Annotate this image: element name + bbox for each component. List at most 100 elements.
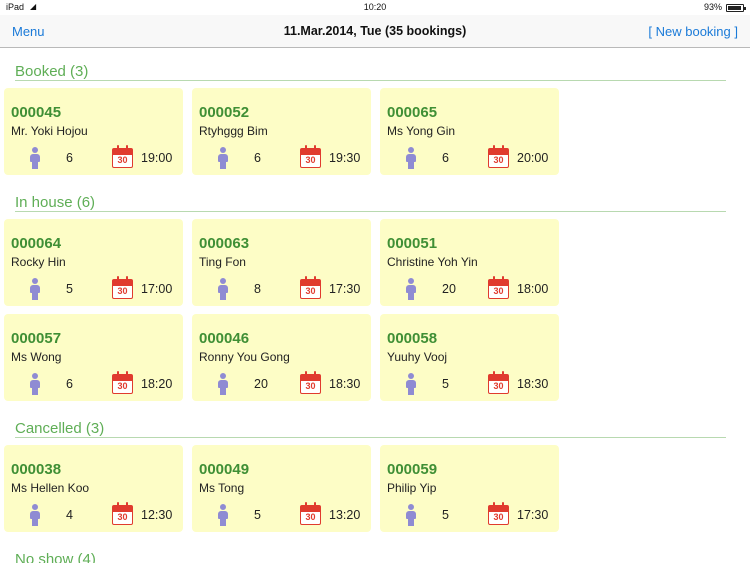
booking-number: 000065 — [387, 104, 438, 121]
booking-section: No show (4) — [0, 536, 750, 563]
guest-count: 6 — [66, 151, 73, 165]
booking-card[interactable]: 000057 Ms Wong 6 30 18:20 — [4, 314, 183, 401]
booking-cards: 000045 Mr. Yoki Hojou 6 30 19:00 000052 … — [0, 84, 750, 179]
person-icon — [217, 504, 229, 526]
booking-time: 19:00 — [141, 151, 173, 165]
person-icon — [405, 373, 417, 395]
battery-icon — [726, 4, 746, 12]
section-divider — [15, 211, 726, 212]
guest-count: 20 — [442, 282, 456, 296]
booking-card[interactable]: 000038 Ms Hellen Koo 4 30 12:30 — [4, 445, 183, 532]
booking-card[interactable]: 000052 Rtyhggg Bim 6 30 19:30 — [192, 88, 371, 175]
calendar-icon-day: 30 — [493, 381, 504, 391]
calendar-icon-day: 30 — [305, 512, 316, 522]
booking-number: 000045 — [11, 104, 62, 121]
section-header: In house (6) — [0, 179, 750, 215]
booking-number: 000051 — [387, 235, 438, 252]
booking-cards: 000038 Ms Hellen Koo 4 30 12:30 000049 M… — [0, 441, 750, 536]
booking-time: 13:20 — [329, 508, 361, 522]
booking-time: 17:00 — [141, 282, 173, 296]
booking-card[interactable]: 000065 Ms Yong Gin 6 30 20:00 — [380, 88, 559, 175]
calendar-icon-day: 30 — [117, 286, 128, 296]
booking-card[interactable]: 000059 Philip Yip 5 30 17:30 — [380, 445, 559, 532]
booking-number: 000052 — [199, 104, 250, 121]
person-icon — [405, 278, 417, 300]
section-divider — [15, 80, 726, 81]
booking-section: Booked (3) 000045 Mr. Yoki Hojou 6 30 19… — [0, 48, 750, 179]
guest-name: Ms Hellen Koo — [11, 481, 90, 495]
booking-card[interactable]: 000049 Ms Tong 5 30 13:20 — [192, 445, 371, 532]
section-header: No show (4) — [0, 536, 750, 563]
calendar-icon: 30 — [488, 276, 509, 299]
booking-card[interactable]: 000064 Rocky Hin 5 30 17:00 — [4, 219, 183, 306]
guest-name: Rocky Hin — [11, 255, 66, 269]
booking-card[interactable]: 000045 Mr. Yoki Hojou 6 30 19:00 — [4, 88, 183, 175]
guest-count: 6 — [254, 151, 261, 165]
section-title: No show (4) — [15, 551, 96, 563]
guest-name: Rtyhggg Bim — [199, 124, 268, 138]
calendar-icon-day: 30 — [305, 381, 316, 391]
section-header: Cancelled (3) — [0, 405, 750, 441]
guest-count: 5 — [442, 508, 449, 522]
guest-count: 4 — [66, 508, 73, 522]
section-divider — [15, 437, 726, 438]
calendar-icon-day: 30 — [117, 381, 128, 391]
person-icon — [29, 147, 41, 169]
person-icon — [217, 278, 229, 300]
booking-time: 17:30 — [329, 282, 361, 296]
calendar-icon: 30 — [300, 502, 321, 525]
booking-time: 17:30 — [517, 508, 549, 522]
guest-name: Mr. Yoki Hojou — [11, 124, 88, 138]
booking-number: 000063 — [199, 235, 250, 252]
booking-section: In house (6) 000064 Rocky Hin 5 30 17:00… — [0, 179, 750, 405]
booking-card[interactable]: 000063 Ting Fon 8 30 17:30 — [192, 219, 371, 306]
calendar-icon: 30 — [300, 145, 321, 168]
status-bar: iPad ◢ 10:20 93% — [0, 0, 750, 15]
guest-name: Yuuhy Vooj — [387, 350, 448, 364]
booking-number: 000038 — [11, 461, 62, 478]
booking-card[interactable]: 000058 Yuuhy Vooj 5 30 18:30 — [380, 314, 559, 401]
booking-card[interactable]: 000046 Ronny You Gong 20 30 18:30 — [192, 314, 371, 401]
calendar-icon: 30 — [112, 276, 133, 299]
guest-count: 8 — [254, 282, 261, 296]
person-icon — [29, 278, 41, 300]
calendar-icon: 30 — [300, 371, 321, 394]
person-icon — [217, 147, 229, 169]
guest-name: Ronny You Gong — [199, 350, 290, 364]
booking-time: 12:30 — [141, 508, 173, 522]
booking-number: 000064 — [11, 235, 62, 252]
person-icon — [405, 147, 417, 169]
booking-time: 18:30 — [517, 377, 549, 391]
person-icon — [405, 504, 417, 526]
booking-time: 18:00 — [517, 282, 549, 296]
booking-time: 20:00 — [517, 151, 549, 165]
guest-name: Ms Yong Gin — [387, 124, 456, 138]
booking-card[interactable]: 000051 Christine Yoh Yin 20 30 18:00 — [380, 219, 559, 306]
calendar-icon-day: 30 — [493, 155, 504, 165]
section-title: Booked (3) — [15, 63, 89, 80]
guest-count: 6 — [66, 377, 73, 391]
guest-name: Ting Fon — [199, 255, 246, 269]
guest-name: Ms Wong — [11, 350, 62, 364]
section-header: Booked (3) — [0, 48, 750, 84]
navigation-bar: Menu 11.Mar.2014, Tue (35 bookings) [ Ne… — [0, 15, 750, 48]
section-title: In house (6) — [15, 194, 96, 211]
guest-name: Ms Tong — [199, 481, 245, 495]
calendar-icon-day: 30 — [493, 512, 504, 522]
booking-cards: 000064 Rocky Hin 5 30 17:00 000063 Ting … — [0, 215, 750, 405]
guest-count: 5 — [442, 377, 449, 391]
section-title: Cancelled (3) — [15, 420, 105, 437]
booking-time: 19:30 — [329, 151, 361, 165]
guest-count: 5 — [66, 282, 73, 296]
calendar-icon: 30 — [488, 145, 509, 168]
calendar-icon-day: 30 — [117, 512, 128, 522]
bookings-list[interactable]: Booked (3) 000045 Mr. Yoki Hojou 6 30 19… — [0, 48, 750, 563]
battery-percentage: 93% — [703, 2, 722, 12]
booking-time: 18:20 — [141, 377, 173, 391]
new-booking-button[interactable]: [ New booking ] — [648, 24, 738, 39]
booking-number: 000059 — [387, 461, 438, 478]
calendar-icon: 30 — [488, 371, 509, 394]
guest-name: Christine Yoh Yin — [387, 255, 478, 269]
guest-name: Philip Yip — [387, 481, 437, 495]
guest-count: 5 — [254, 508, 261, 522]
